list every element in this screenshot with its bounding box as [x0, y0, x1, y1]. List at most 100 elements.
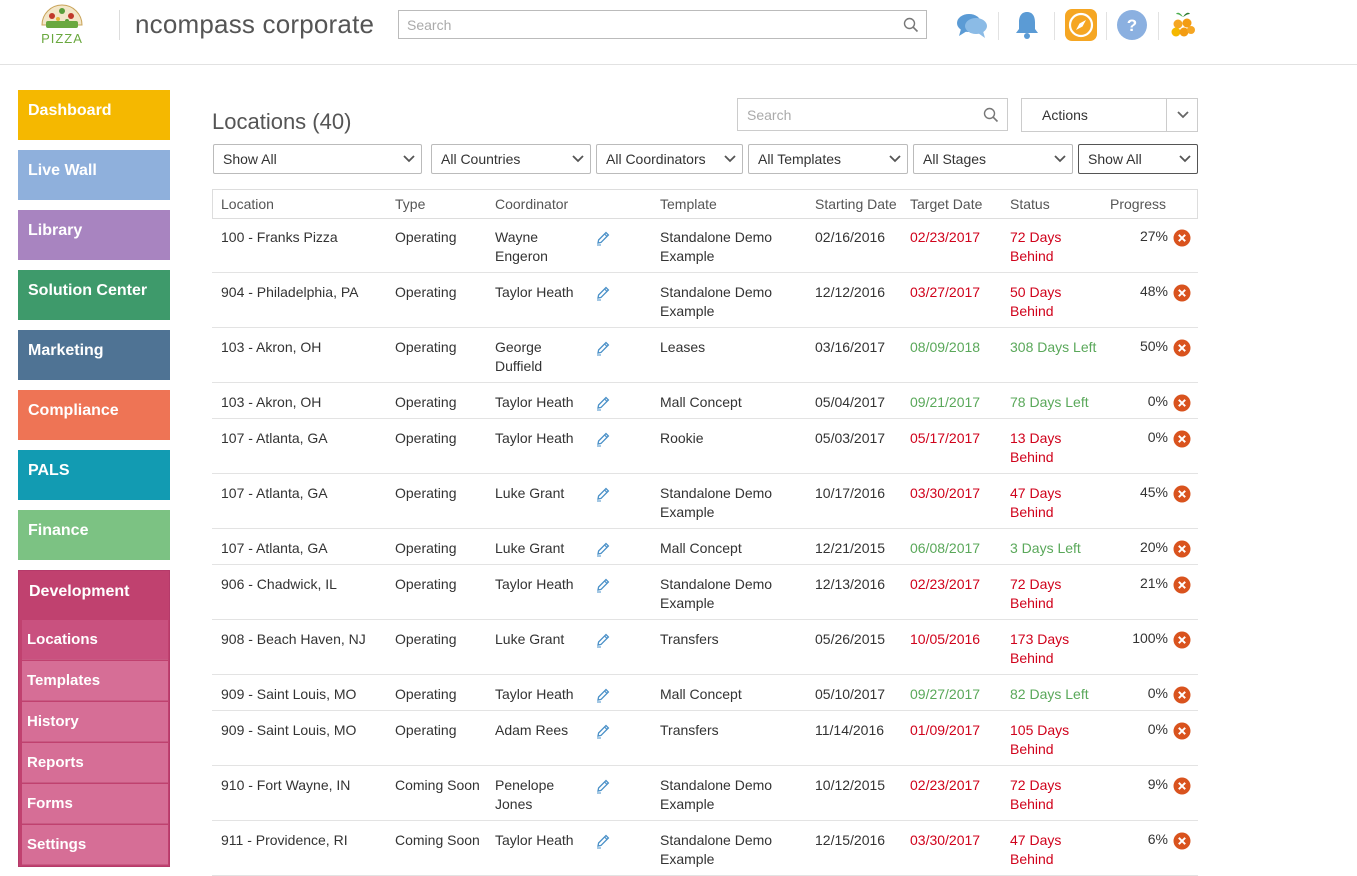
table-row[interactable]: 909 - Saint Louis, MO Operating Adam Rees T…: [212, 711, 1198, 766]
table-row[interactable]: 107 - Atlanta, GA Operating Luke Grant Stan…: [212, 474, 1198, 529]
filter-status[interactable]: Show All: [1078, 144, 1198, 174]
table-row[interactable]: 911 - Providence, RI Coming Soon Taylor He…: [212, 821, 1198, 876]
remove-icon[interactable]: [1173, 540, 1191, 558]
cell-template-line: Mall Concept: [660, 686, 742, 702]
col-status[interactable]: Status: [1010, 196, 1050, 212]
edit-coordinator-icon[interactable]: [595, 778, 611, 794]
remove-icon[interactable]: [1173, 229, 1191, 247]
table-row[interactable]: 107 - Atlanta, GA Operating Taylor Heath Ro…: [212, 419, 1198, 474]
cell-template: Transfers: [660, 721, 719, 740]
edit-coordinator-icon[interactable]: [595, 486, 611, 502]
nav-marketing[interactable]: Marketing: [18, 330, 170, 380]
remove-icon[interactable]: [1173, 686, 1191, 704]
subnav-history[interactable]: History: [22, 702, 168, 742]
locations-search-input[interactable]: [738, 99, 977, 130]
edit-coordinator-icon[interactable]: [595, 687, 611, 703]
cell-coordinator: Luke Grant: [495, 484, 564, 503]
filter-countries[interactable]: All Countries: [431, 144, 591, 174]
col-location[interactable]: Location: [221, 196, 274, 212]
edit-coordinator-icon[interactable]: [595, 632, 611, 648]
table-row[interactable]: 904 - Philadelphia, PA Operating Taylor He…: [212, 273, 1198, 328]
table-row[interactable]: 100 - Franks Pizza Operating Wayne Engeron S…: [212, 218, 1198, 273]
remove-icon[interactable]: [1173, 777, 1191, 795]
col-coordinator[interactable]: Coordinator: [495, 196, 568, 212]
table-row[interactable]: 103 - Akron, OH Operating Taylor Heath Mall…: [212, 383, 1198, 419]
edit-coordinator-icon[interactable]: [595, 833, 611, 849]
remove-icon[interactable]: [1173, 284, 1191, 302]
cell-location-line: 910 - Fort Wayne, IN: [221, 777, 351, 793]
subnav-settings[interactable]: Settings: [22, 825, 168, 865]
edit-coordinator-icon[interactable]: [595, 230, 611, 246]
edit-coordinator-icon[interactable]: [595, 395, 611, 411]
cell-type: Operating: [395, 685, 456, 704]
table-row[interactable]: 107 - Atlanta, GA Operating Luke Grant Mall…: [212, 529, 1198, 565]
table-row[interactable]: 906 - Chadwick, IL Operating Taylor Heath S…: [212, 565, 1198, 620]
remove-icon[interactable]: [1173, 576, 1191, 594]
naturally-pizza-logo[interactable]: PIZZA: [38, 3, 86, 49]
subnav-reports[interactable]: Reports: [22, 743, 168, 783]
chevron-down-icon[interactable]: [1177, 110, 1189, 120]
table-row[interactable]: 103 - Akron, OH Operating George Duffield Le…: [212, 328, 1198, 383]
nav-live-wall[interactable]: Live Wall: [18, 150, 170, 200]
global-search-input[interactable]: [399, 11, 887, 38]
cell-progress: 50%: [1139, 338, 1168, 354]
col-target-date[interactable]: Target Date: [910, 196, 982, 212]
filter-templates[interactable]: All Templates: [748, 144, 908, 174]
filter-coordinators[interactable]: All Coordinators: [596, 144, 743, 174]
filter-stages[interactable]: All Stages: [913, 144, 1073, 174]
col-progress[interactable]: Progress: [1110, 196, 1166, 212]
remove-icon[interactable]: [1173, 485, 1191, 503]
table-row[interactable]: 909 - Saint Louis, MO Operating Taylor Hea…: [212, 675, 1198, 711]
remove-icon[interactable]: [1173, 631, 1191, 649]
filter-label: All Stages: [923, 151, 987, 167]
edit-coordinator-icon[interactable]: [595, 723, 611, 739]
subnav-templates[interactable]: Templates: [22, 661, 168, 701]
nav-compliance[interactable]: Compliance: [18, 390, 170, 440]
chevron-down-icon: [724, 155, 736, 163]
cell-coordinator: Taylor Heath: [495, 283, 574, 302]
chat-icon[interactable]: [955, 8, 989, 42]
actions-dropdown[interactable]: Actions: [1021, 98, 1198, 132]
locations-search-box[interactable]: [737, 98, 1008, 131]
edit-coordinator-icon[interactable]: [595, 541, 611, 557]
cell-status: 72 Days Behind: [1010, 575, 1061, 613]
remove-icon[interactable]: [1173, 722, 1191, 740]
nav-library[interactable]: Library: [18, 210, 170, 260]
remove-icon[interactable]: [1173, 430, 1191, 448]
nav-solution-center[interactable]: Solution Center: [18, 270, 170, 320]
subnav-forms[interactable]: Forms: [22, 784, 168, 824]
remove-icon[interactable]: [1173, 394, 1191, 412]
search-icon[interactable]: [983, 107, 999, 123]
nav-pals[interactable]: PALS: [18, 450, 170, 500]
edit-coordinator-icon[interactable]: [595, 577, 611, 593]
search-icon[interactable]: [903, 17, 919, 33]
table-row[interactable]: 910 - Fort Wayne, IN Coming Soon Penelope J…: [212, 766, 1198, 821]
fruit-icon[interactable]: [1166, 8, 1200, 42]
nav-development-header[interactable]: Development: [19, 571, 169, 621]
col-type[interactable]: Type: [395, 196, 425, 212]
edit-coordinator-icon[interactable]: [595, 285, 611, 301]
bell-icon[interactable]: [1010, 8, 1044, 42]
cell-template-line: Example: [660, 595, 715, 611]
col-starting-date[interactable]: Starting Date: [815, 196, 897, 212]
cell-location: 107 - Atlanta, GA: [221, 429, 328, 448]
cell-status-line: 173 Days: [1010, 631, 1070, 647]
cell-template-line: Example: [660, 851, 715, 867]
remove-icon[interactable]: [1173, 339, 1191, 357]
compass-icon[interactable]: [1064, 8, 1098, 42]
help-icon[interactable]: ?: [1115, 8, 1149, 42]
remove-icon[interactable]: [1173, 832, 1191, 850]
nav-finance[interactable]: Finance: [18, 510, 170, 560]
cell-template-line: Transfers: [660, 722, 719, 738]
subnav-locations[interactable]: Locations: [22, 620, 168, 660]
table-row[interactable]: 908 - Beach Haven, NJ Operating Luke Grant…: [212, 620, 1198, 675]
col-template[interactable]: Template: [660, 196, 717, 212]
global-search-box[interactable]: [398, 10, 927, 39]
nav-dashboard[interactable]: Dashboard: [18, 90, 170, 140]
cell-status-line: 72 Days: [1010, 576, 1062, 592]
filter-show-all[interactable]: Show All: [213, 144, 422, 174]
cell-status-line: 13 Days: [1010, 430, 1062, 446]
edit-coordinator-icon[interactable]: [595, 431, 611, 447]
edit-coordinator-icon[interactable]: [595, 340, 611, 356]
cell-location: 103 - Akron, OH: [221, 393, 321, 412]
